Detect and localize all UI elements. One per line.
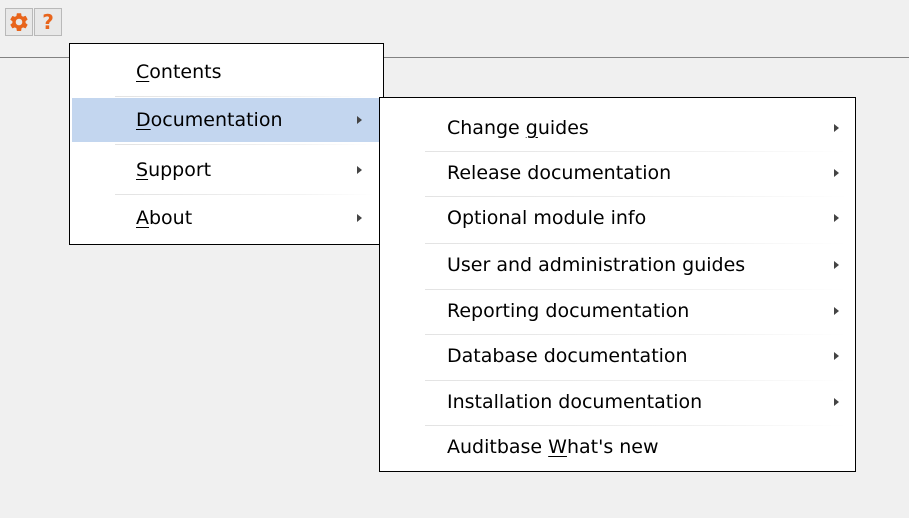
submenu-item-label: User and administration guides	[447, 254, 746, 276]
submenu-item-optional-module-info[interactable]: Optional module info	[382, 196, 853, 240]
submenu-arrow-icon	[834, 352, 839, 360]
menu-separator	[115, 144, 375, 145]
submenu-item-release-documentation[interactable]: Release documentation	[382, 151, 853, 195]
submenu-item-user-admin-guides[interactable]: User and administration guides	[382, 243, 853, 287]
gear-icon	[10, 13, 28, 31]
menu-separator	[115, 96, 375, 97]
submenu-item-label: Release documentation	[447, 162, 672, 184]
menu-item-contents[interactable]: Contents	[72, 50, 381, 94]
submenu-item-whats-new[interactable]: Auditbase What's new	[382, 425, 853, 469]
submenu-arrow-icon	[834, 398, 839, 406]
submenu-arrow-icon	[357, 166, 362, 174]
help-menu: Contents Documentation Support About	[69, 43, 384, 245]
submenu-item-reporting-documentation[interactable]: Reporting documentation	[382, 289, 853, 333]
submenu-item-database-documentation[interactable]: Database documentation	[382, 334, 853, 378]
submenu-item-label: Auditbase What's new	[447, 436, 659, 458]
menu-item-label: Documentation	[136, 109, 283, 131]
menu-item-label: Contents	[136, 61, 222, 83]
menu-item-about[interactable]: About	[72, 196, 381, 240]
submenu-arrow-icon	[834, 169, 839, 177]
question-mark-icon: ?	[42, 10, 54, 34]
help-button[interactable]: ?	[34, 8, 62, 36]
submenu-arrow-icon	[834, 261, 839, 269]
submenu-item-label: Change guides	[447, 117, 589, 139]
menu-item-support[interactable]: Support	[72, 148, 381, 192]
submenu-arrow-icon	[357, 214, 362, 222]
submenu-item-label: Installation documentation	[447, 391, 703, 413]
submenu-arrow-icon	[834, 307, 839, 315]
submenu-item-installation-documentation[interactable]: Installation documentation	[382, 380, 853, 424]
menu-item-label: About	[136, 207, 193, 229]
submenu-arrow-icon	[834, 124, 839, 132]
submenu-item-label: Database documentation	[447, 345, 688, 367]
submenu-item-label: Optional module info	[447, 207, 647, 229]
menu-item-documentation[interactable]: Documentation	[72, 98, 381, 142]
menu-item-label: Support	[136, 159, 212, 181]
submenu-arrow-icon	[834, 214, 839, 222]
submenu-arrow-icon	[357, 116, 362, 124]
menu-separator	[115, 194, 375, 195]
documentation-submenu: Change guides Release documentation Opti…	[379, 97, 856, 472]
settings-button[interactable]	[5, 8, 33, 36]
submenu-item-change-guides[interactable]: Change guides	[382, 106, 853, 150]
submenu-item-label: Reporting documentation	[447, 300, 690, 322]
